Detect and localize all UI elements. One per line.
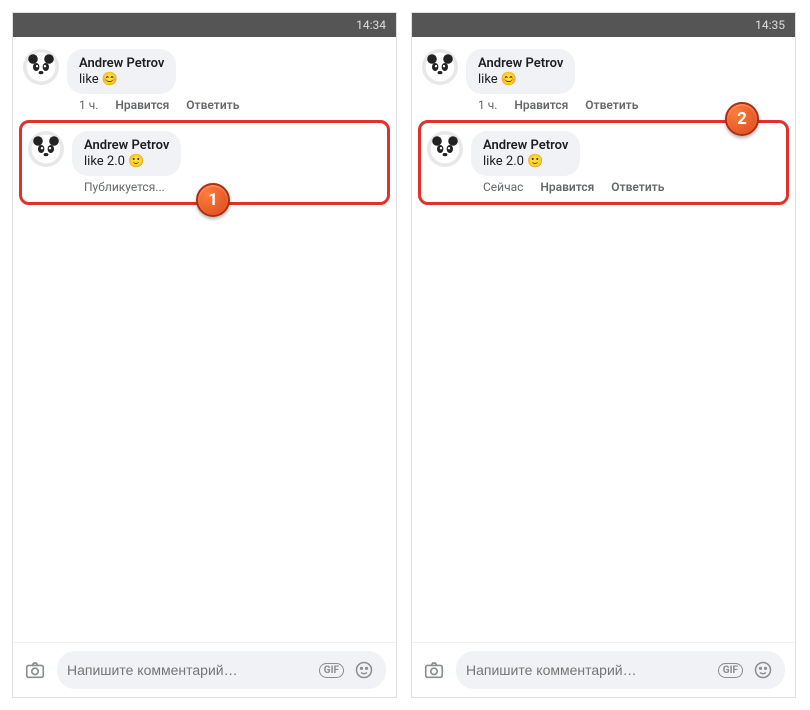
meta-time: Сейчас [483,180,523,194]
avatar[interactable] [28,131,64,167]
comment-bubble[interactable]: Andrew Petrov like 😊 [67,49,176,94]
highlighted-comment-wrap: Andrew Petrov like 2.0 🙂 Сейчас Нравится… [418,120,789,205]
panda-icon [424,51,456,83]
panda-icon [25,51,57,83]
screen-right: 14:35 Andrew Petrov like 😊 1 ч. Нравится… [411,12,796,698]
annotation-badge-1: 1 [196,183,230,217]
comments-area: Andrew Petrov like 😊 1 ч. Нравится Ответ… [13,37,396,642]
reply-button[interactable]: Ответить [585,98,638,112]
comment-text: like 2.0 🙂 [84,154,169,169]
comment-body: Andrew Petrov like 2.0 🙂 Сейчас Нравится… [471,131,780,194]
comment-meta: Сейчас Нравится Ответить [483,180,780,194]
comment-bubble[interactable]: Andrew Petrov like 😊 [466,49,575,94]
comment-text: like 😊 [79,72,164,87]
composer: GIF [412,642,795,697]
avatar[interactable] [427,131,463,167]
status-time: 14:35 [755,18,785,32]
status-bar: 14:35 [412,13,795,37]
smiley-icon[interactable] [352,658,376,682]
panda-icon [429,133,461,165]
meta-publishing: Публикуется... [84,180,165,194]
composer-input-wrap[interactable]: GIF [57,651,386,689]
comment-input[interactable] [466,662,710,678]
comment-author: Andrew Petrov [79,56,164,71]
like-button[interactable]: Нравится [115,98,169,112]
gif-icon[interactable]: GIF [718,663,743,678]
meta-time: 1 ч. [79,98,98,112]
comments-area: Andrew Petrov like 😊 1 ч. Нравится Ответ… [412,37,795,642]
comment-text: like 😊 [478,72,563,87]
reply-button[interactable]: Ответить [186,98,239,112]
comment-body: Andrew Petrov like 😊 1 ч. Нравится Ответ… [67,49,386,112]
annotation-badge-2: 2 [725,102,759,136]
comment-row: Andrew Petrov like 2.0 🙂 Сейчас Нравится… [423,127,784,198]
comment-text: like 2.0 🙂 [483,154,568,169]
comment-input[interactable] [67,662,311,678]
comment-bubble[interactable]: Andrew Petrov like 2.0 🙂 [471,131,580,176]
avatar[interactable] [23,49,59,85]
comment-meta: 1 ч. Нравится Ответить [79,98,386,112]
panda-icon [30,133,62,165]
meta-time: 1 ч. [478,98,497,112]
comment-author: Andrew Petrov [483,138,568,153]
camera-icon[interactable] [422,658,446,682]
status-bar: 14:34 [13,13,396,37]
smiley-icon[interactable] [751,658,775,682]
avatar[interactable] [422,49,458,85]
gif-icon[interactable]: GIF [319,663,344,678]
like-button[interactable]: Нравится [514,98,568,112]
composer-input-wrap[interactable]: GIF [456,651,785,689]
comment-bubble[interactable]: Andrew Petrov like 2.0 🙂 [72,131,181,176]
comment-author: Andrew Petrov [478,56,563,71]
comment-author: Andrew Petrov [84,138,169,153]
status-time: 14:34 [356,18,386,32]
highlighted-comment-wrap: Andrew Petrov like 2.0 🙂 Публикуется... … [19,120,390,205]
comment-row: Andrew Petrov like 😊 1 ч. Нравится Ответ… [19,45,390,116]
comment-meta: Публикуется... [84,180,381,194]
reply-button[interactable]: Ответить [611,180,664,194]
camera-icon[interactable] [23,658,47,682]
composer: GIF [13,642,396,697]
screen-left: 14:34 Andrew Petrov like 😊 1 ч. Нравится… [12,12,397,698]
comment-body: Andrew Petrov like 2.0 🙂 Публикуется... [72,131,381,194]
like-button[interactable]: Нравится [540,180,594,194]
